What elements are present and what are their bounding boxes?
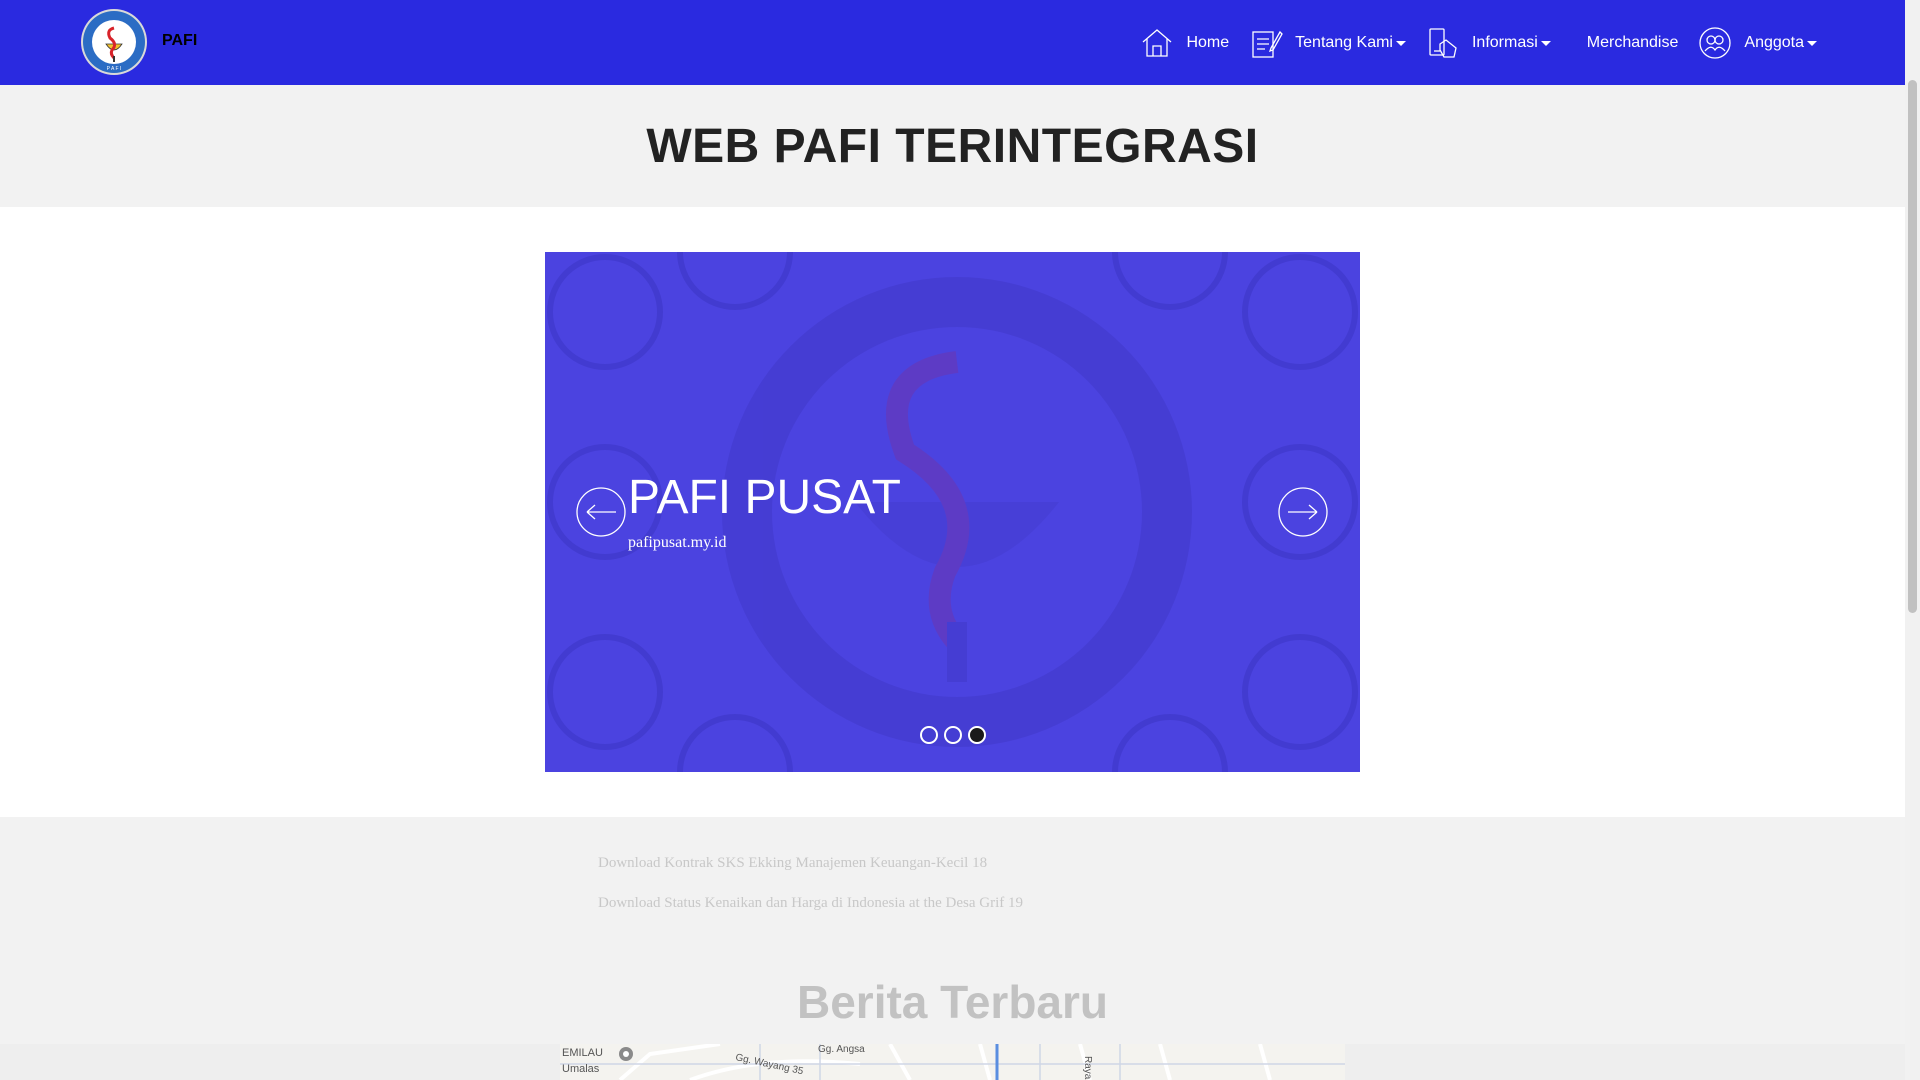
main-nav: Home Tentang Kami Informasi Merchandise … bbox=[1120, 0, 1817, 85]
svg-text:Gg. Angsa: Gg. Angsa bbox=[818, 1044, 865, 1055]
slide-title: PAFI PUSAT bbox=[628, 471, 901, 524]
top-navbar: P A F I PAFI Home Tentang Kami Informasi… bbox=[0, 0, 1905, 85]
carousel-indicator-3[interactable] bbox=[967, 726, 986, 744]
slide-caption: PAFI PUSAT pafipusat.my.id bbox=[628, 470, 901, 552]
chevron-down-icon bbox=[1395, 41, 1406, 46]
news-section: Download Kontrak SKS Ekking Manajemen Ke… bbox=[0, 817, 1905, 1044]
home-icon bbox=[1143, 28, 1172, 57]
nav-merchandise[interactable]: Merchandise bbox=[1587, 0, 1679, 85]
slide-subtitle: pafipusat.my.id bbox=[628, 534, 727, 551]
carousel-indicator-2[interactable] bbox=[943, 726, 962, 744]
nav-anggota-label: Anggota bbox=[1744, 33, 1804, 51]
users-circle-icon bbox=[1699, 26, 1732, 59]
page-scrollbar[interactable] bbox=[1905, 0, 1920, 1080]
svg-text:P A F I: P A F I bbox=[107, 66, 122, 72]
brand-link[interactable]: P A F I PAFI bbox=[80, 8, 197, 76]
carousel-next-button[interactable] bbox=[1278, 487, 1328, 537]
map-section: EMILAU Umalas Gg. Angsa Gg. Wayang 35 Ra… bbox=[0, 1044, 1905, 1080]
news-ticker-item[interactable]: Download Status Kenaikan dan Harga di In… bbox=[598, 895, 1023, 912]
section-title-berita: Berita Terbaru bbox=[796, 976, 1109, 1028]
nav-home-label: Home bbox=[1186, 33, 1230, 51]
chevron-down-icon bbox=[1540, 41, 1551, 46]
nav-tentang-kami[interactable]: Tentang Kami bbox=[1249, 0, 1406, 85]
location-map[interactable]: EMILAU Umalas Gg. Angsa Gg. Wayang 35 Ra… bbox=[560, 1044, 1345, 1080]
svg-text:Raya: Raya bbox=[1082, 1056, 1093, 1080]
nav-informasi-label: Informasi bbox=[1471, 33, 1538, 51]
chevron-down-icon bbox=[1807, 41, 1817, 46]
nav-informasi[interactable]: Informasi bbox=[1426, 0, 1551, 85]
nav-tentang-kami-label: Tentang Kami bbox=[1295, 33, 1393, 51]
scrollbar-thumb[interactable] bbox=[1908, 80, 1917, 613]
svg-text:Umalas: Umalas bbox=[562, 1063, 600, 1075]
nav-anggota[interactable]: Anggota bbox=[1698, 0, 1817, 85]
brand-name: PAFI bbox=[162, 32, 198, 49]
nav-home[interactable]: Home bbox=[1140, 0, 1229, 85]
title-band: WEB PAFI TERINTEGRASI bbox=[0, 85, 1905, 207]
pafi-logo: P A F I bbox=[81, 9, 147, 75]
news-ticker-item[interactable]: Download Kontrak SKS Ekking Manajemen Ke… bbox=[598, 855, 987, 872]
nav-merchandise-label: Merchandise bbox=[1586, 33, 1679, 51]
edit-document-icon bbox=[1252, 30, 1283, 58]
mobile-touch-icon bbox=[1429, 27, 1457, 58]
carousel-prev-button[interactable] bbox=[576, 487, 626, 537]
svg-text:EMILAU: EMILAU bbox=[562, 1047, 603, 1059]
page: P A F I PAFI Home Tentang Kami Informasi… bbox=[0, 0, 1920, 1080]
hero-carousel: PAFI PUSAT pafipusat.my.id bbox=[545, 252, 1360, 772]
carousel-indicators bbox=[545, 726, 1360, 744]
carousel-indicator-1[interactable] bbox=[919, 726, 938, 744]
page-title: WEB PAFI TERINTEGRASI bbox=[646, 119, 1259, 173]
